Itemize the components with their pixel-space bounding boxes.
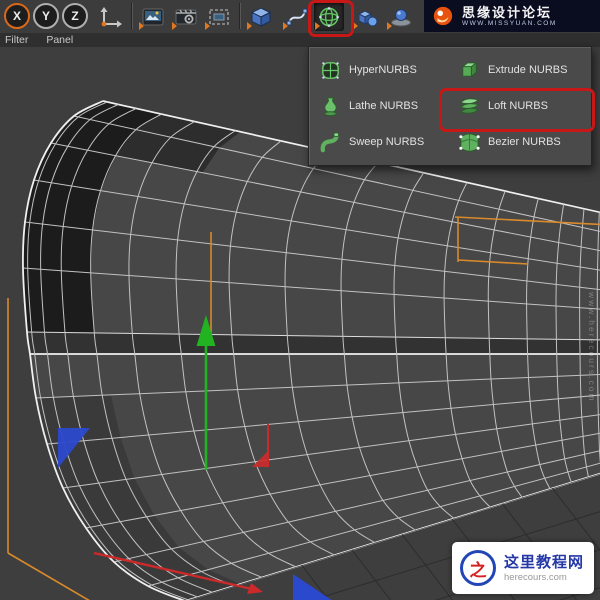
primitive-cube-icon	[250, 6, 272, 27]
menu-item-label: Extrude NURBS	[488, 64, 568, 76]
extrude-nurbs-icon	[461, 61, 478, 77]
flyout-arrow-icon	[387, 22, 392, 30]
flyout-arrow-icon	[283, 22, 288, 30]
loft-nurbs-icon	[460, 97, 479, 114]
render-settings-button[interactable]	[171, 2, 201, 31]
render-view-icon	[142, 8, 164, 25]
viewport-menubar: Filter Panel	[0, 33, 600, 47]
coordinate-system-button[interactable]	[96, 2, 126, 31]
add-spline-button[interactable]	[282, 2, 312, 31]
toolbar-separator	[239, 3, 241, 29]
banner-url: WWW.MISSYUAN.COM	[462, 19, 557, 27]
menu-item-loft-nurbs[interactable]: Loft NURBS	[450, 88, 589, 124]
bezier-nurbs-icon	[459, 132, 480, 152]
lathe-nurbs-icon	[324, 96, 337, 116]
coordinate-system-icon	[100, 6, 122, 27]
wm-title: 这里教程网	[504, 553, 585, 571]
render-region-icon	[209, 8, 229, 25]
flyout-arrow-icon	[172, 22, 177, 30]
menu-item-bezier-nurbs[interactable]: Bezier NURBS	[450, 124, 589, 160]
nurbs-cage-icon	[319, 6, 339, 27]
menu-item-lathe-nurbs[interactable]: Lathe NURBS	[311, 88, 450, 124]
menu-item-hypernurbs[interactable]: HyperNURBS	[311, 52, 450, 88]
menu-item-label: Lathe NURBS	[349, 100, 419, 112]
flyout-arrow-icon	[205, 22, 210, 30]
wm-text: 这里教程网 herecours.com	[504, 554, 584, 583]
menu-item-label: Bezier NURBS	[488, 136, 561, 148]
menu-item-sweep-nurbs[interactable]: Sweep NURBS	[311, 124, 450, 160]
herecours-logo-icon: 之	[460, 550, 496, 586]
herecours-watermark-card: 之 这里教程网 herecours.com	[452, 542, 594, 594]
add-modeling-button[interactable]	[352, 2, 382, 31]
flyout-arrow-icon	[315, 22, 320, 30]
menu-item-label: HyperNURBS	[349, 64, 417, 76]
axis-lock-x-button[interactable]: X	[4, 3, 30, 29]
sweep-nurbs-icon	[320, 131, 340, 152]
axis-lock-z-button[interactable]: Z	[62, 3, 88, 29]
scene-floor-icon	[391, 8, 411, 26]
add-primitive-button[interactable]	[246, 2, 276, 31]
side-watermark: www.herecours.com	[587, 292, 597, 403]
nurbs-menu-column-2: Extrude NURBS Loft NURBS Bezier NURBS	[450, 52, 589, 160]
menu-item-extrude-nurbs[interactable]: Extrude NURBS	[450, 52, 589, 88]
toolbar-separator	[131, 3, 133, 29]
menu-item-label: Loft NURBS	[488, 100, 548, 112]
missyuan-banner-watermark: 思缘设计论坛 WWW.MISSYUAN.COM	[424, 0, 600, 32]
flyout-arrow-icon	[247, 22, 252, 30]
modeling-boole-icon	[357, 9, 378, 26]
add-scene-button[interactable]	[386, 2, 416, 31]
spline-pen-icon	[286, 8, 308, 25]
render-view-button[interactable]	[138, 2, 168, 31]
missyuan-logo-icon	[433, 6, 453, 26]
render-region-button[interactable]	[204, 2, 234, 31]
banner-title: 思缘设计论坛	[462, 4, 553, 20]
app-window: X Y Z Filter Panel HyperNURBS Lathe NURB…	[0, 0, 600, 600]
banner-text: 思缘设计论坛 WWW.MISSYUAN.COM	[462, 4, 557, 27]
add-nurbs-button[interactable]	[314, 2, 344, 31]
menubar-item-panel[interactable]: Panel	[46, 34, 73, 46]
nurbs-flyout-menu: HyperNURBS Lathe NURBS Sweep NURBS Extru…	[308, 46, 592, 166]
wm-url: herecours.com	[504, 571, 567, 583]
render-settings-icon	[175, 9, 197, 24]
hypernurbs-icon	[322, 61, 339, 79]
menu-item-label: Sweep NURBS	[349, 136, 425, 148]
flyout-arrow-icon	[353, 22, 358, 30]
axis-lock-y-button[interactable]: Y	[33, 3, 59, 29]
flyout-arrow-icon	[139, 22, 144, 30]
nurbs-menu-column-1: HyperNURBS Lathe NURBS Sweep NURBS	[311, 52, 450, 160]
menubar-item-filter[interactable]: Filter	[5, 34, 28, 46]
